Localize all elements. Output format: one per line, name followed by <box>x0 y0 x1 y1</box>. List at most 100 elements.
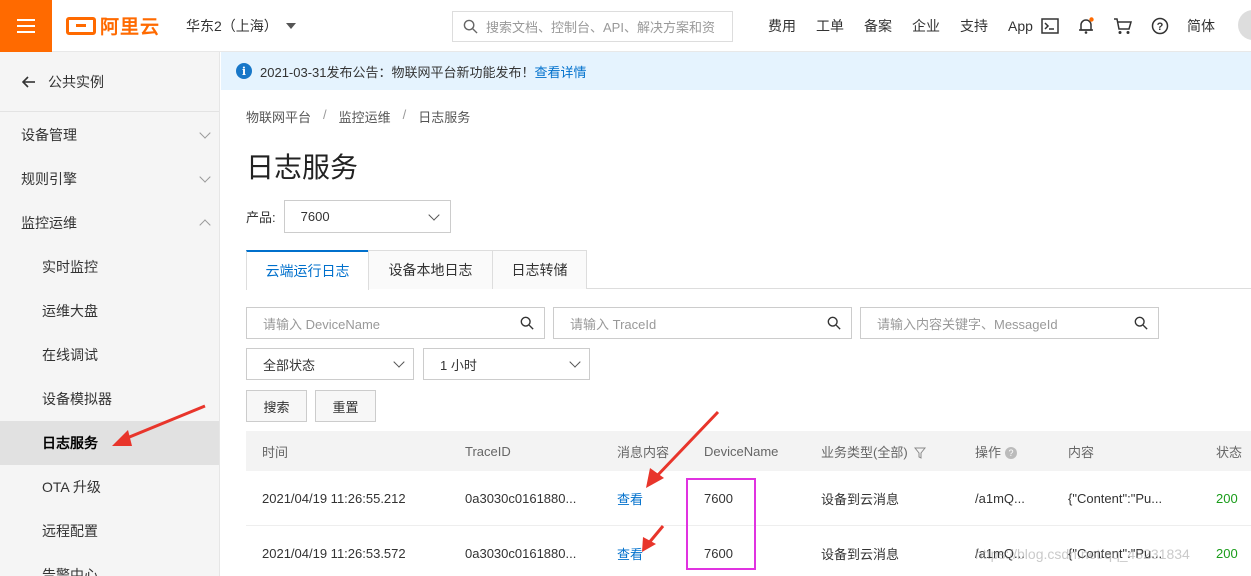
avatar[interactable] <box>1238 10 1251 40</box>
sidebar-group-monitoring[interactable]: 监控运维 <box>0 201 219 245</box>
nav-link-icp[interactable]: 备案 <box>864 16 892 36</box>
col-operation: 操作? <box>975 442 1018 461</box>
breadcrumb-item[interactable]: 监控运维 <box>339 107 391 126</box>
logo-mark <box>66 16 96 35</box>
cell-operation: /a1mQ... <box>975 490 1025 506</box>
col-device-name: DeviceName <box>704 443 779 459</box>
top-icons: ? 简体 <box>1041 0 1215 52</box>
sidebar-item-online-debug[interactable]: 在线调试 <box>0 333 219 377</box>
breadcrumb: 物联网平台 / 监控运维 / 日志服务 <box>246 107 470 126</box>
sidebar-item-realtime-monitor[interactable]: 实时监控 <box>0 245 219 289</box>
nav-link-tickets[interactable]: 工单 <box>816 16 844 36</box>
chevron-up-icon <box>199 219 211 231</box>
tab-log-dump[interactable]: 日志转储 <box>492 250 587 289</box>
device-name-placeholder: 请输入 DeviceName <box>263 316 381 332</box>
sidebar-group-device-mgmt[interactable]: 设备管理 <box>0 113 219 157</box>
region-label: 华东2（上海） <box>186 17 278 34</box>
view-message-link[interactable]: 查看 <box>617 489 643 508</box>
sidebar-item-remote-config[interactable]: 远程配置 <box>0 509 219 553</box>
trace-id-input[interactable]: 请输入 TraceId <box>553 307 852 339</box>
search-icon[interactable] <box>520 316 534 330</box>
log-tabs: 云端运行日志 设备本地日志 日志转储 <box>246 250 1251 290</box>
back-to-instance[interactable]: 公共实例 <box>0 52 219 112</box>
product-selector-row: 产品: 7600 <box>246 200 451 233</box>
nav-link-support[interactable]: 支持 <box>960 16 988 36</box>
sidebar-item-device-simulator[interactable]: 设备模拟器 <box>0 377 219 421</box>
aliyun-logo[interactable]: 阿里云 <box>66 12 160 39</box>
terminal-icon[interactable] <box>1041 18 1059 34</box>
language-switch[interactable]: 简体 <box>1187 16 1215 36</box>
view-message-link[interactable]: 查看 <box>617 544 643 563</box>
nav-link-enterprise[interactable]: 企业 <box>912 16 940 36</box>
global-search-input[interactable]: 搜索文档、控制台、API、解决方案和资 <box>452 11 733 42</box>
search-placeholder: 搜索文档、控制台、API、解决方案和资 <box>486 20 715 35</box>
top-navbar: 阿里云 华东2（上海） 搜索文档、控制台、API、解决方案和资 费用 工单 备案… <box>0 0 1251 52</box>
sidebar-item-ota[interactable]: OTA 升级 <box>0 465 219 509</box>
caret-down-icon <box>285 22 296 29</box>
breadcrumb-separator: / <box>323 107 327 122</box>
sidebar-item-alert-center[interactable]: 告警中心 <box>0 553 219 576</box>
device-name-input[interactable]: 请输入 DeviceName <box>246 307 545 339</box>
product-select[interactable]: 7600 <box>283 200 451 233</box>
time-range-select[interactable]: 1 小时 <box>423 348 590 380</box>
help-icon[interactable]: ? <box>1151 17 1169 35</box>
col-content: 内容 <box>1068 444 1095 460</box>
breadcrumb-separator: / <box>402 107 407 122</box>
search-button[interactable]: 搜索 <box>246 390 307 422</box>
cell-status: 200 <box>1216 490 1238 506</box>
cell-trace-id: 0a3030c0161880... <box>465 545 577 561</box>
tab-cloud-logs[interactable]: 云端运行日志 <box>246 250 369 290</box>
filter-icon[interactable] <box>914 447 927 459</box>
nav-link-fees[interactable]: 费用 <box>768 16 796 36</box>
logo-text: 阿里云 <box>100 17 161 38</box>
sidebar-group-label: 监控运维 <box>21 215 77 231</box>
tab-device-local-logs[interactable]: 设备本地日志 <box>368 250 493 289</box>
cell-content: {"Content":"Pu... <box>1068 490 1163 506</box>
sidebar-group-label: 设备管理 <box>21 127 77 143</box>
sidebar-item-log-service[interactable]: 日志服务 <box>0 421 219 465</box>
sidebar: 公共实例 设备管理 规则引擎 监控运维 实时监控 运维大盘 在线调试 设备模拟器… <box>0 52 220 576</box>
sidebar-item-ops-dashboard[interactable]: 运维大盘 <box>0 289 219 333</box>
product-value: 7600 <box>300 209 330 224</box>
svg-text:?: ? <box>1157 21 1164 33</box>
cell-trace-id: 0a3030c0161880... <box>465 490 577 506</box>
chevron-down-icon <box>199 171 211 183</box>
cell-status: 200 <box>1216 545 1238 561</box>
question-icon[interactable]: ? <box>1005 447 1018 460</box>
product-label: 产品: <box>246 210 276 225</box>
sidebar-group-rule-engine[interactable]: 规则引擎 <box>0 157 219 201</box>
status-value: 全部状态 <box>263 357 316 373</box>
breadcrumb-item: 日志服务 <box>418 110 471 125</box>
nav-link-app[interactable]: App <box>1008 18 1033 34</box>
search-icon[interactable] <box>827 316 841 330</box>
notice-text: 2021-03-31发布公告：物联网平台新功能发布！ <box>260 64 535 80</box>
region-selector[interactable]: 华东2（上海） <box>186 16 296 36</box>
reset-button[interactable]: 重置 <box>315 390 376 422</box>
menu-icon[interactable] <box>0 0 52 52</box>
cell-biz-type: 设备到云消息 <box>821 546 900 562</box>
content-keyword-placeholder: 请输入内容关键字、MessageId <box>877 316 1058 332</box>
notice-banner: i 2021-03-31发布公告：物联网平台新功能发布！ 查看详情 <box>221 52 1251 90</box>
content-keyword-input[interactable]: 请输入内容关键字、MessageId <box>860 307 1159 339</box>
chevron-down-icon <box>427 208 440 221</box>
device-name-highlight-box <box>686 478 756 570</box>
back-label: 公共实例 <box>48 73 104 90</box>
info-icon: i <box>236 63 252 79</box>
breadcrumb-item[interactable]: 物联网平台 <box>246 107 311 126</box>
notice-detail-link[interactable]: 查看详情 <box>535 62 587 81</box>
chevron-down-icon <box>569 356 581 368</box>
cell-time: 2021/04/19 11:26:53.572 <box>262 545 406 561</box>
col-trace-id: TraceID <box>465 443 511 459</box>
col-status: 状态 <box>1216 444 1243 460</box>
search-icon[interactable] <box>1134 316 1148 330</box>
page-title: 日志服务 <box>246 152 359 183</box>
col-biz-type[interactable]: 业务类型(全部) <box>821 442 927 461</box>
col-message: 消息内容 <box>617 444 670 460</box>
cart-icon[interactable] <box>1113 17 1133 35</box>
status-select[interactable]: 全部状态 <box>246 348 414 380</box>
table-header: 时间 TraceID 消息内容 DeviceName 业务类型(全部) 操作? … <box>246 431 1251 471</box>
top-links: 费用 工单 备案 企业 支持 App <box>768 0 1053 52</box>
bell-icon[interactable] <box>1077 17 1095 35</box>
sidebar-group-label: 规则引擎 <box>21 171 77 187</box>
chevron-down-icon <box>393 356 405 368</box>
